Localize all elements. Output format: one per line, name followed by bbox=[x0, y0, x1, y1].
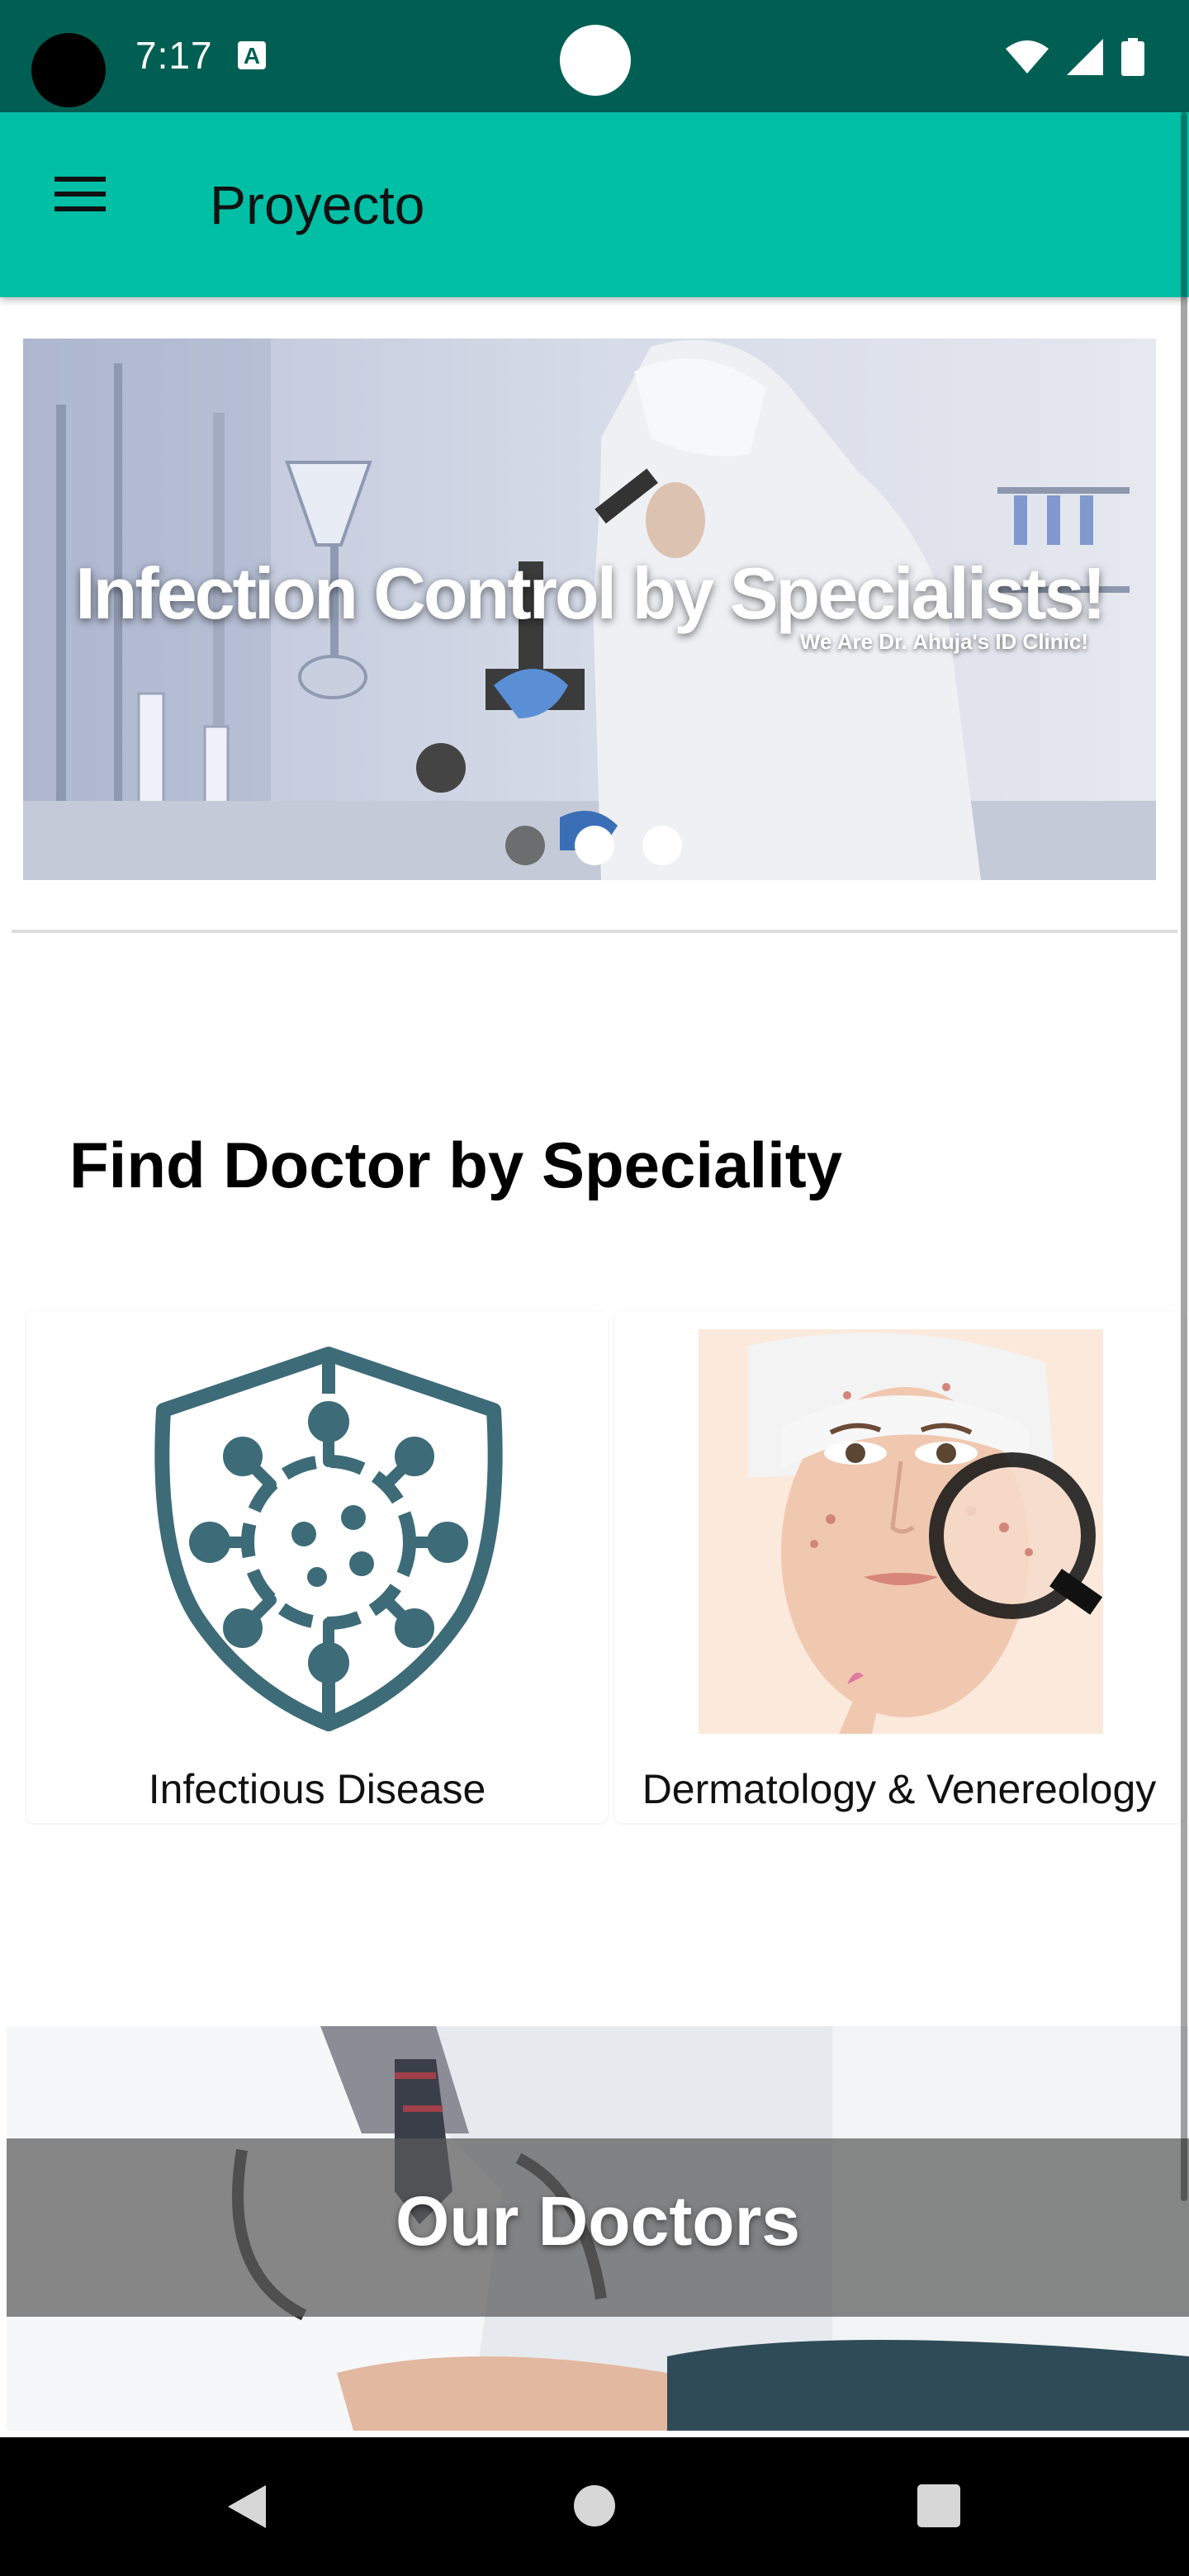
speciality-label: Infectious Disease bbox=[148, 1766, 486, 1812]
camera-cutout bbox=[31, 33, 106, 107]
home-icon[interactable] bbox=[572, 2484, 617, 2528]
divider bbox=[12, 930, 1177, 933]
recents-icon[interactable] bbox=[917, 2484, 961, 2528]
app-title: Proyecto bbox=[210, 174, 425, 235]
speciality-card-dermatology[interactable]: Dermatology & Venereology bbox=[614, 1311, 1184, 1823]
status-icons bbox=[1006, 38, 1144, 76]
menu-icon[interactable] bbox=[50, 170, 109, 220]
speciality-label: Dermatology & Venereology bbox=[642, 1766, 1157, 1812]
section-title: Find Doctor by Speciality bbox=[69, 1129, 843, 1201]
signal-icon bbox=[1067, 39, 1103, 75]
battery-icon bbox=[1121, 38, 1144, 76]
carousel-dot-3[interactable] bbox=[642, 826, 682, 865]
banner-subtitle: We Are Dr. Ahuja's ID Clinic! bbox=[799, 629, 1088, 654]
status-bar: 7:17 A bbox=[0, 0, 1189, 112]
carousel-dot-1[interactable] bbox=[505, 826, 545, 865]
banner-carousel[interactable]: Infection Control by Specialists! We Are… bbox=[23, 339, 1156, 880]
banner-title: Infection Control by Specialists! bbox=[75, 552, 1106, 634]
speciality-card-infectious-disease[interactable]: Infectious Disease bbox=[26, 1311, 608, 1823]
wifi-icon bbox=[1006, 40, 1049, 73]
notification-dot-icon bbox=[560, 25, 631, 96]
our-doctors-banner[interactable]: Our Doctors bbox=[7, 2026, 1189, 2431]
scrollbar[interactable] bbox=[1181, 112, 1187, 2201]
carousel-dot-2[interactable] bbox=[575, 826, 614, 865]
virus-shield-icon bbox=[154, 1347, 503, 1731]
our-doctors-title: Our Doctors bbox=[395, 2182, 801, 2260]
navigation-bar bbox=[0, 2437, 1189, 2576]
skin-magnifier-image bbox=[699, 1329, 1103, 1734]
app-bar: Proyecto bbox=[0, 112, 1189, 297]
doctors-title-overlay: Our Doctors bbox=[7, 2138, 1189, 2317]
status-time: 7:17 bbox=[135, 34, 213, 77]
back-icon[interactable] bbox=[225, 2484, 271, 2530]
keyboard-notification-icon: A bbox=[238, 41, 266, 69]
